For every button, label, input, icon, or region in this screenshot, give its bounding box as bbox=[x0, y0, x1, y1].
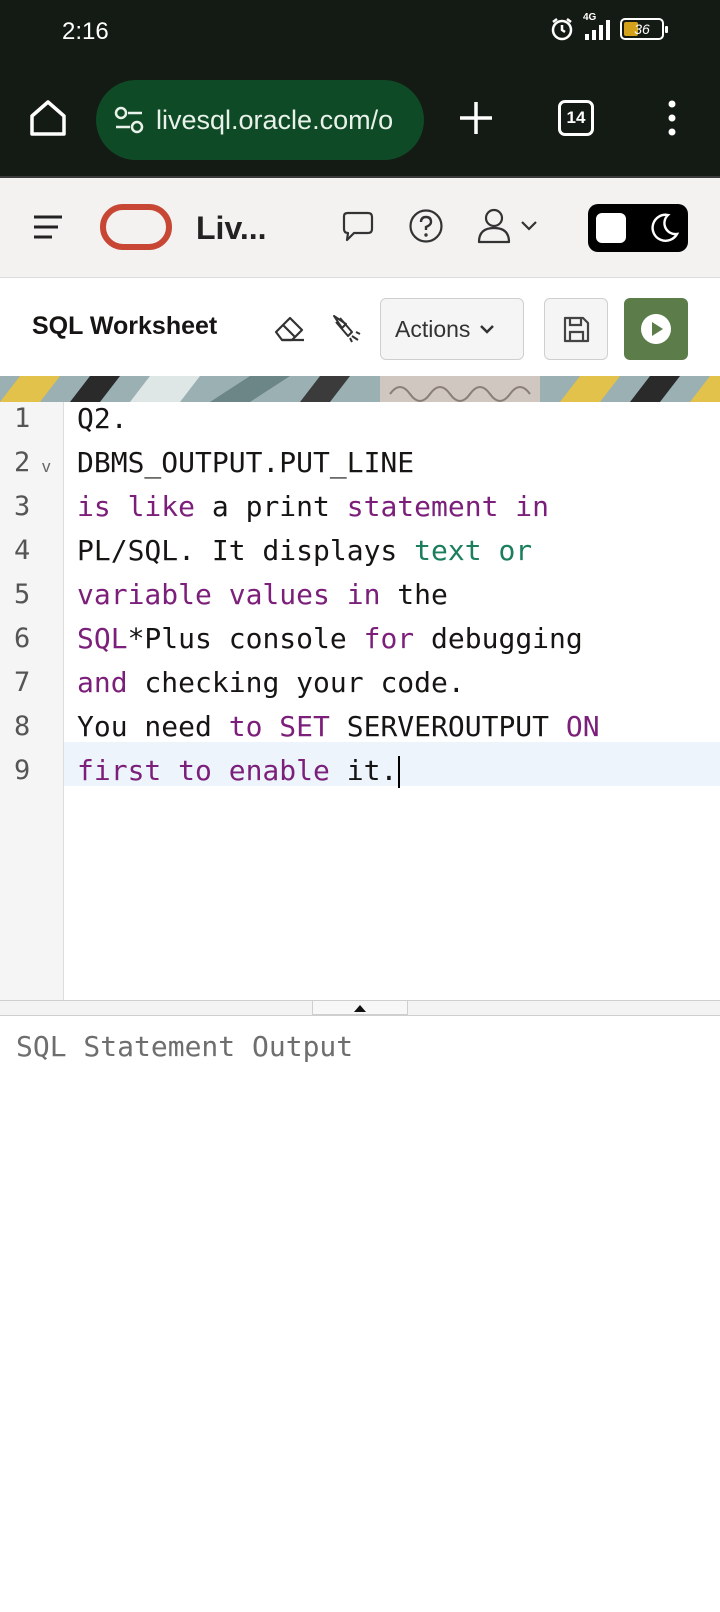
output-panel: SQL Statement Output bbox=[0, 1016, 720, 1612]
code-line[interactable]: PL/SQL. It displays text or bbox=[77, 529, 532, 573]
line-number: 2 bbox=[14, 447, 31, 478]
moon-icon bbox=[651, 213, 680, 242]
code-token: ON bbox=[565, 710, 600, 743]
code-token: for bbox=[363, 622, 415, 655]
code-line[interactable]: and checking your code. bbox=[77, 661, 465, 705]
line-number: 7 bbox=[14, 667, 31, 698]
code-token: You need bbox=[77, 710, 229, 743]
user-menu-icon[interactable] bbox=[476, 206, 544, 246]
chevron-up-icon bbox=[354, 1004, 366, 1012]
code-line[interactable]: is like a print statement in bbox=[77, 485, 549, 529]
menu-icon[interactable] bbox=[30, 212, 66, 242]
panel-splitter[interactable] bbox=[0, 1000, 720, 1016]
help-icon[interactable] bbox=[408, 208, 444, 244]
network-label: 4G bbox=[583, 12, 597, 23]
fold-toggle-icon[interactable]: v bbox=[42, 445, 51, 489]
worksheet-title: SQL Worksheet bbox=[32, 312, 218, 340]
address-bar[interactable]: livesql.oracle.com/o bbox=[96, 80, 424, 160]
chat-icon[interactable] bbox=[340, 210, 376, 244]
site-settings-icon[interactable] bbox=[112, 103, 146, 137]
code-token: statement in bbox=[346, 490, 550, 523]
code-line[interactable]: DBMS_OUTPUT.PUT_LINE bbox=[77, 441, 414, 485]
actions-label: Actions bbox=[395, 315, 471, 342]
tab-switcher-button[interactable]: 14 bbox=[558, 100, 594, 136]
worksheet-toolbar: SQL Worksheet Actions bbox=[0, 278, 720, 376]
status-bar: 2:16 4G 36 bbox=[0, 0, 720, 66]
sql-editor[interactable]: 1 2v3 4 5 6 7 8 9 Q2. DBMS_OUTPUT.PUT_LINEis lik… bbox=[0, 402, 720, 1000]
code-token: SERVEROUTPUT bbox=[329, 710, 566, 743]
code-token: to SET bbox=[228, 710, 330, 743]
chevron-down-icon bbox=[480, 325, 495, 334]
code-token: variable values in bbox=[77, 578, 381, 611]
code-token: PL/SQL. It displays bbox=[77, 534, 415, 567]
code-token: first to enable bbox=[77, 754, 330, 787]
app-title: Liv... bbox=[196, 210, 267, 246]
code-line[interactable]: first to enable it. bbox=[77, 749, 401, 793]
browser-bar: livesql.oracle.com/o 14 bbox=[0, 66, 720, 176]
code-token: is like bbox=[77, 490, 196, 523]
code-token: DBMS_OUTPUT.PUT_LINE bbox=[77, 446, 415, 479]
oracle-logo[interactable] bbox=[100, 204, 172, 250]
line-number: 1 bbox=[14, 403, 31, 434]
code-token: debugging bbox=[414, 622, 583, 655]
play-icon bbox=[641, 314, 671, 344]
code-line[interactable]: Q2. bbox=[77, 397, 128, 441]
line-number: 4 bbox=[14, 535, 31, 566]
code-line[interactable]: variable values in the bbox=[77, 573, 448, 617]
alarm-icon bbox=[551, 18, 573, 41]
status-icons: 4G 36 bbox=[549, 12, 668, 42]
format-code-icon[interactable] bbox=[328, 310, 362, 344]
code-token: *Plus console bbox=[127, 622, 364, 655]
code-token: checking your code. bbox=[127, 666, 465, 699]
line-number: 3 bbox=[14, 491, 31, 522]
battery-level: 36 bbox=[634, 21, 650, 37]
status-time: 2:16 bbox=[62, 18, 109, 45]
app-header: Liv... bbox=[0, 178, 720, 278]
splitter-handle[interactable] bbox=[312, 1001, 408, 1015]
url-text[interactable]: livesql.oracle.com/o bbox=[156, 105, 393, 136]
new-tab-icon[interactable] bbox=[454, 96, 498, 140]
code-token: and bbox=[77, 666, 128, 699]
battery-icon: 36 bbox=[620, 18, 668, 40]
save-icon bbox=[563, 316, 590, 343]
line-number: 6 bbox=[14, 623, 31, 654]
theme-toggle[interactable] bbox=[588, 204, 688, 252]
code-token: text or bbox=[414, 534, 533, 567]
line-number: 8 bbox=[14, 711, 31, 742]
line-number: 9 bbox=[14, 755, 31, 786]
code-line[interactable]: You need to SET SERVEROUTPUT ON bbox=[77, 705, 600, 749]
actions-dropdown[interactable]: Actions bbox=[380, 298, 524, 360]
code-token: SQL bbox=[77, 622, 128, 655]
text-cursor bbox=[398, 756, 401, 788]
eraser-icon[interactable] bbox=[272, 312, 306, 344]
code-token: a print bbox=[195, 490, 347, 523]
output-placeholder: SQL Statement Output bbox=[16, 1030, 354, 1063]
save-button[interactable] bbox=[544, 298, 608, 360]
code-token: it. bbox=[329, 754, 398, 787]
light-mode-knob bbox=[596, 213, 626, 243]
code-token: Q2. bbox=[77, 402, 128, 435]
more-menu-icon[interactable] bbox=[660, 96, 684, 140]
signal-icon: 4G bbox=[583, 12, 610, 40]
code-token: the bbox=[380, 578, 448, 611]
line-number: 5 bbox=[14, 579, 31, 610]
code-line[interactable]: SQL*Plus console for debugging bbox=[77, 617, 583, 661]
home-icon[interactable] bbox=[26, 96, 70, 140]
run-button[interactable] bbox=[624, 298, 688, 360]
